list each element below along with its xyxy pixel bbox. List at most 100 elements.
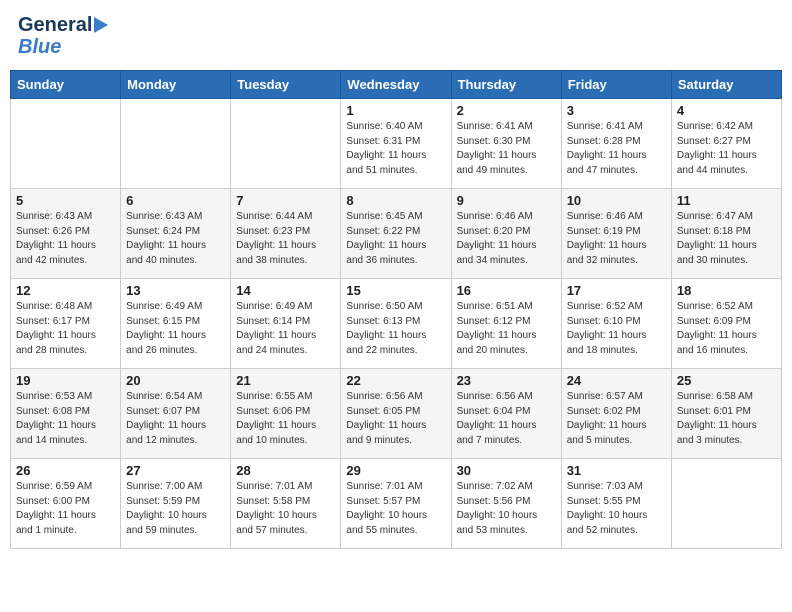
logo-text-general: General	[18, 14, 92, 36]
day-info: Sunrise: 7:01 AMSunset: 5:57 PMDaylight:…	[346, 480, 445, 538]
day-number: 28	[236, 463, 335, 478]
day-number: 15	[346, 283, 445, 298]
day-number: 24	[567, 373, 666, 388]
day-header-sunday: Sunday	[11, 71, 121, 99]
calendar-cell: 14 Sunrise: 6:49 AMSunset: 6:14 PMDayligh…	[231, 279, 341, 369]
day-info: Sunrise: 7:02 AMSunset: 5:56 PMDaylight:…	[457, 480, 556, 538]
day-number: 13	[126, 283, 225, 298]
calendar-cell	[231, 99, 341, 189]
calendar-cell: 30 Sunrise: 7:02 AMSunset: 5:56 PMDayligh…	[451, 459, 561, 549]
day-number: 7	[236, 193, 335, 208]
calendar-cell: 4 Sunrise: 6:42 AMSunset: 6:27 PMDaylight…	[671, 99, 781, 189]
day-info: Sunrise: 6:42 AMSunset: 6:27 PMDaylight:…	[677, 120, 776, 178]
calendar-cell: 29 Sunrise: 7:01 AMSunset: 5:57 PMDayligh…	[341, 459, 451, 549]
day-number: 22	[346, 373, 445, 388]
calendar-table: SundayMondayTuesdayWednesdayThursdayFrid…	[10, 70, 782, 549]
calendar-cell: 27Sunrise: 7:00 AMSunset: 5:59 PMDayligh…	[121, 459, 231, 549]
day-number: 30	[457, 463, 556, 478]
calendar-cell: 31 Sunrise: 7:03 AMSunset: 5:55 PMDayligh…	[561, 459, 671, 549]
calendar-cell: 12 Sunrise: 6:48 AMSunset: 6:17 PMDayligh…	[11, 279, 121, 369]
day-info: Sunrise: 6:46 AMSunset: 6:20 PMDaylight:…	[457, 210, 556, 268]
calendar-cell: 23 Sunrise: 6:56 AMSunset: 6:04 PMDayligh…	[451, 369, 561, 459]
day-number: 2	[457, 103, 556, 118]
day-number: 3	[567, 103, 666, 118]
calendar-week-row: 5 Sunrise: 6:43 AMSunset: 6:26 PMDaylight…	[11, 189, 782, 279]
day-number: 18	[677, 283, 776, 298]
calendar-cell: 22 Sunrise: 6:56 AMSunset: 6:05 PMDayligh…	[341, 369, 451, 459]
day-info: Sunrise: 6:51 AMSunset: 6:12 PMDaylight:…	[457, 300, 556, 358]
day-header-friday: Friday	[561, 71, 671, 99]
calendar-cell: 7 Sunrise: 6:44 AMSunset: 6:23 PMDaylight…	[231, 189, 341, 279]
calendar-cell: 20 Sunrise: 6:54 AMSunset: 6:07 PMDayligh…	[121, 369, 231, 459]
day-info: Sunrise: 6:56 AMSunset: 6:05 PMDaylight:…	[346, 390, 445, 448]
day-number: 5	[16, 193, 115, 208]
calendar-cell	[11, 99, 121, 189]
day-info: Sunrise: 6:41 AMSunset: 6:30 PMDaylight:…	[457, 120, 556, 178]
calendar-cell: 24Sunrise: 6:57 AMSunset: 6:02 PMDayligh…	[561, 369, 671, 459]
day-number: 10	[567, 193, 666, 208]
calendar-header-row: SundayMondayTuesdayWednesdayThursdayFrid…	[11, 71, 782, 99]
day-info: Sunrise: 6:40 AMSunset: 6:31 PMDaylight:…	[346, 120, 445, 178]
logo: General Blue	[18, 14, 108, 58]
day-info: Sunrise: 6:43 AMSunset: 6:24 PMDaylight:…	[126, 210, 225, 268]
day-info: Sunrise: 6:49 AMSunset: 6:15 PMDaylight:…	[126, 300, 225, 358]
day-info: Sunrise: 6:41 AMSunset: 6:28 PMDaylight:…	[567, 120, 666, 178]
calendar-cell: 11 Sunrise: 6:47 AMSunset: 6:18 PMDayligh…	[671, 189, 781, 279]
calendar-cell: 1Sunrise: 6:40 AMSunset: 6:31 PMDaylight…	[341, 99, 451, 189]
day-number: 4	[677, 103, 776, 118]
day-number: 16	[457, 283, 556, 298]
logo-arrow-icon	[94, 17, 108, 33]
day-number: 11	[677, 193, 776, 208]
calendar-cell: 5 Sunrise: 6:43 AMSunset: 6:26 PMDaylight…	[11, 189, 121, 279]
calendar-cell: 6 Sunrise: 6:43 AMSunset: 6:24 PMDaylight…	[121, 189, 231, 279]
calendar-cell: 2 Sunrise: 6:41 AMSunset: 6:30 PMDaylight…	[451, 99, 561, 189]
day-info: Sunrise: 6:48 AMSunset: 6:17 PMDaylight:…	[16, 300, 115, 358]
day-info: Sunrise: 6:55 AMSunset: 6:06 PMDaylight:…	[236, 390, 335, 448]
day-info: Sunrise: 6:46 AMSunset: 6:19 PMDaylight:…	[567, 210, 666, 268]
day-info: Sunrise: 7:03 AMSunset: 5:55 PMDaylight:…	[567, 480, 666, 538]
day-number: 20	[126, 373, 225, 388]
day-number: 25	[677, 373, 776, 388]
day-info: Sunrise: 6:49 AMSunset: 6:14 PMDaylight:…	[236, 300, 335, 358]
day-info: Sunrise: 6:47 AMSunset: 6:18 PMDaylight:…	[677, 210, 776, 268]
day-header-tuesday: Tuesday	[231, 71, 341, 99]
calendar-week-row: 19Sunrise: 6:53 AMSunset: 6:08 PMDayligh…	[11, 369, 782, 459]
day-info: Sunrise: 6:43 AMSunset: 6:26 PMDaylight:…	[16, 210, 115, 268]
day-number: 26	[16, 463, 115, 478]
day-info: Sunrise: 6:52 AMSunset: 6:09 PMDaylight:…	[677, 300, 776, 358]
calendar-cell: 28Sunrise: 7:01 AMSunset: 5:58 PMDayligh…	[231, 459, 341, 549]
day-info: Sunrise: 6:54 AMSunset: 6:07 PMDaylight:…	[126, 390, 225, 448]
calendar-cell: 17 Sunrise: 6:52 AMSunset: 6:10 PMDayligh…	[561, 279, 671, 369]
calendar-cell: 15 Sunrise: 6:50 AMSunset: 6:13 PMDayligh…	[341, 279, 451, 369]
day-number: 6	[126, 193, 225, 208]
calendar-cell: 3 Sunrise: 6:41 AMSunset: 6:28 PMDaylight…	[561, 99, 671, 189]
day-number: 17	[567, 283, 666, 298]
page-header: General Blue	[10, 10, 782, 62]
day-info: Sunrise: 6:53 AMSunset: 6:08 PMDaylight:…	[16, 390, 115, 448]
day-info: Sunrise: 6:56 AMSunset: 6:04 PMDaylight:…	[457, 390, 556, 448]
day-number: 31	[567, 463, 666, 478]
calendar-cell: 13 Sunrise: 6:49 AMSunset: 6:15 PMDayligh…	[121, 279, 231, 369]
day-info: Sunrise: 6:52 AMSunset: 6:10 PMDaylight:…	[567, 300, 666, 358]
day-number: 14	[236, 283, 335, 298]
day-header-saturday: Saturday	[671, 71, 781, 99]
calendar-week-row: 26Sunrise: 6:59 AMSunset: 6:00 PMDayligh…	[11, 459, 782, 549]
day-info: Sunrise: 6:45 AMSunset: 6:22 PMDaylight:…	[346, 210, 445, 268]
calendar-cell: 18 Sunrise: 6:52 AMSunset: 6:09 PMDayligh…	[671, 279, 781, 369]
calendar-cell	[671, 459, 781, 549]
calendar-week-row: 12 Sunrise: 6:48 AMSunset: 6:17 PMDayligh…	[11, 279, 782, 369]
day-info: Sunrise: 6:44 AMSunset: 6:23 PMDaylight:…	[236, 210, 335, 268]
calendar-cell: 26Sunrise: 6:59 AMSunset: 6:00 PMDayligh…	[11, 459, 121, 549]
day-number: 12	[16, 283, 115, 298]
calendar-cell: 10 Sunrise: 6:46 AMSunset: 6:19 PMDayligh…	[561, 189, 671, 279]
logo-text-blue: Blue	[18, 36, 61, 58]
day-info: Sunrise: 6:50 AMSunset: 6:13 PMDaylight:…	[346, 300, 445, 358]
calendar-cell	[121, 99, 231, 189]
day-number: 23	[457, 373, 556, 388]
day-info: Sunrise: 7:00 AMSunset: 5:59 PMDaylight:…	[126, 480, 225, 538]
day-number: 29	[346, 463, 445, 478]
calendar-cell: 9Sunrise: 6:46 AMSunset: 6:20 PMDaylight…	[451, 189, 561, 279]
calendar-cell: 16 Sunrise: 6:51 AMSunset: 6:12 PMDayligh…	[451, 279, 561, 369]
calendar-cell: 21Sunrise: 6:55 AMSunset: 6:06 PMDayligh…	[231, 369, 341, 459]
calendar-week-row: 1Sunrise: 6:40 AMSunset: 6:31 PMDaylight…	[11, 99, 782, 189]
